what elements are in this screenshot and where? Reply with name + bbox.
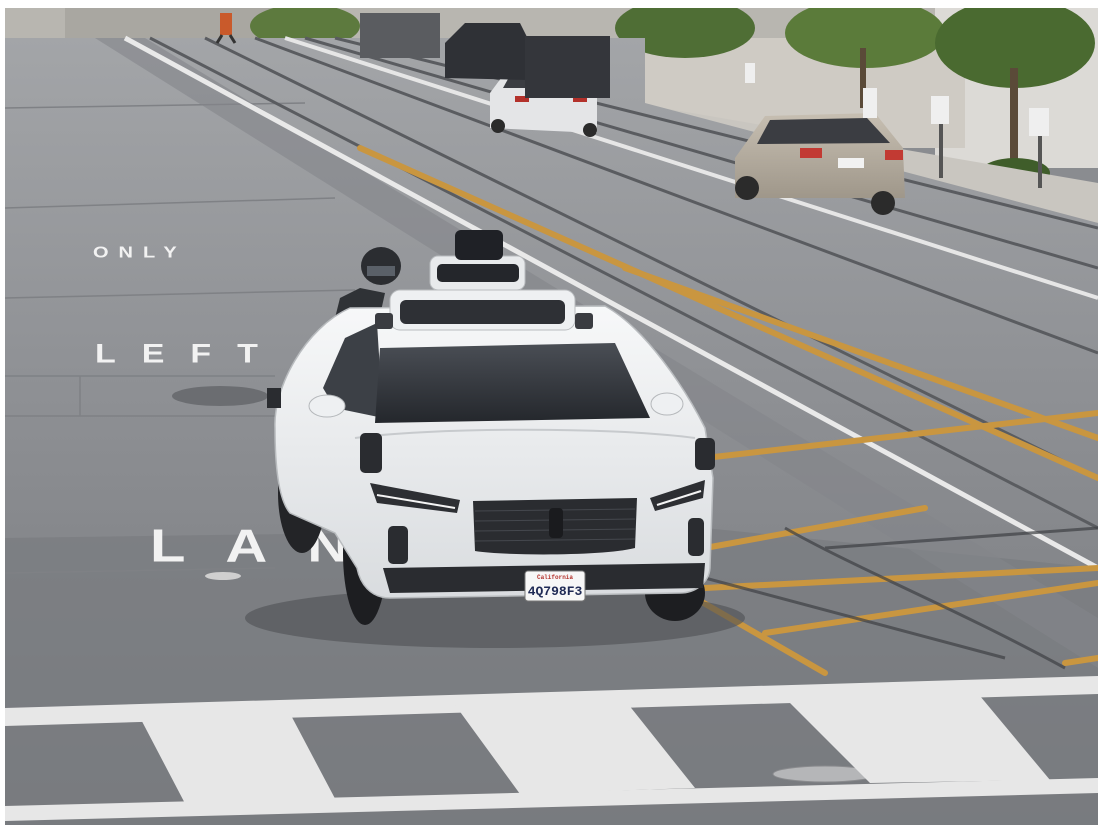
road-word-only: ONLY: [93, 243, 187, 261]
plate-number: 4Q798F3: [528, 584, 583, 599]
photo-frame: ONLY LEFT LANE: [5, 8, 1098, 825]
street-scene: ONLY LEFT LANE: [5, 8, 1098, 825]
manhole-cover: [172, 386, 268, 406]
road-word-left: LEFT: [95, 338, 284, 369]
plate-state: California: [537, 574, 573, 581]
road-marker: [205, 572, 241, 580]
license-plate: California 4Q798F3: [524, 570, 586, 602]
